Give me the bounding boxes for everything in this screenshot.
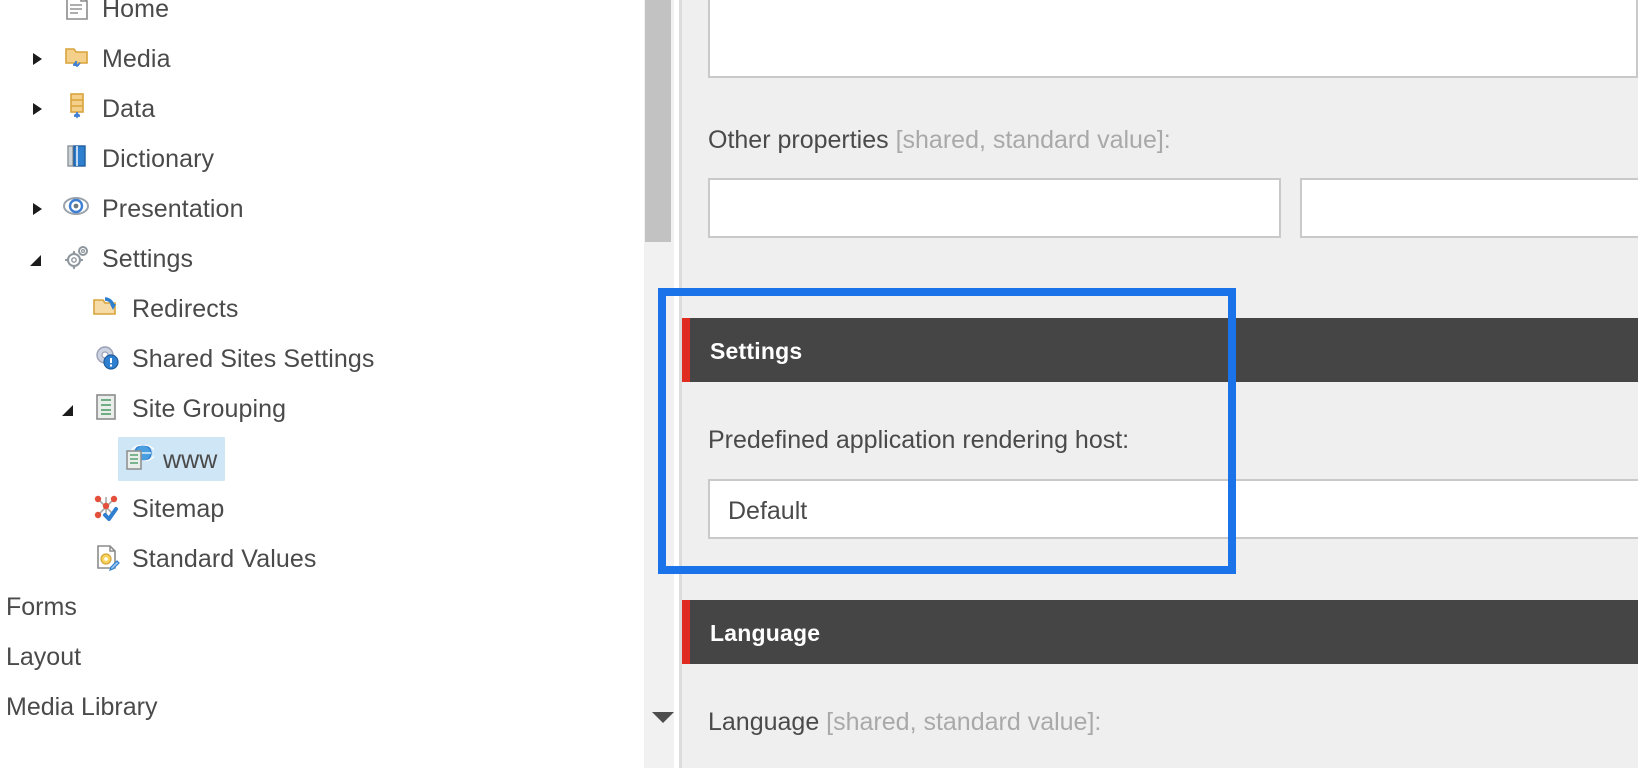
folder-media-icon: [64, 44, 90, 72]
rendering-host-select[interactable]: Default: [708, 479, 1638, 539]
globe-server-icon: [124, 443, 156, 471]
tree-item-label: Presentation: [102, 195, 244, 223]
redirect-arrow-icon: [92, 294, 118, 322]
section-accent-bar: [682, 318, 690, 382]
other-properties-qualifier: [shared, standard value]:: [888, 126, 1171, 154]
chevron-down-icon: [29, 254, 41, 266]
sidebar-link-layout[interactable]: Layout: [6, 643, 81, 672]
sitemap-icon: [92, 493, 118, 521]
language-property-label: Language [shared, standard value]:: [708, 708, 1101, 737]
chevron-right-icon: [32, 53, 42, 65]
other-properties-field-left[interactable]: [708, 178, 1281, 238]
tree-item-label: Home: [102, 0, 170, 23]
book-icon: [64, 143, 90, 171]
rendering-host-value: Default: [728, 497, 808, 525]
top-property-field[interactable]: [708, 0, 1638, 78]
language-section-title: Language: [710, 620, 821, 646]
tree-item-label: www: [163, 446, 218, 474]
tree-item-label: Standard Values: [132, 545, 317, 573]
language-section-header: Language: [682, 600, 1638, 664]
other-properties-label-text: Other properties: [708, 126, 889, 154]
eye-icon: [62, 195, 89, 223]
tree-item-label: Sitemap: [132, 495, 225, 523]
tree-item-label: Settings: [102, 245, 194, 273]
section-accent-bar: [682, 600, 690, 664]
database-icon: [64, 92, 90, 120]
settings-section-title: Settings: [710, 338, 803, 364]
gear-info-icon: [92, 343, 119, 371]
content-tree-scrollbar[interactable]: [644, 0, 674, 768]
language-property-label-text: Language: [708, 708, 820, 736]
chevron-down-icon: [61, 404, 73, 416]
expand-collapse-toggle-settings[interactable]: [26, 251, 44, 269]
rendering-host-label: Predefined application rendering host:: [708, 426, 1130, 454]
server-list-icon: [94, 393, 120, 421]
content-tree-panel: Home Media Data Dictionary Presentation …: [0, 0, 667, 768]
item-editor-panel: Other properties [shared, standard value…: [682, 0, 1638, 768]
tree-item-label: Dictionary: [102, 145, 215, 173]
tree-item-label: Data: [102, 95, 156, 123]
language-property-qualifier: [shared, standard value]:: [819, 708, 1102, 736]
sitecore-content-editor: Home Media Data Dictionary Presentation …: [0, 0, 1638, 768]
tree-item-label: Media: [102, 45, 171, 73]
gears-icon: [62, 242, 88, 270]
chevron-right-icon: [32, 103, 42, 115]
expand-collapse-toggle-presentation[interactable]: [28, 200, 46, 218]
other-properties-field-right[interactable]: [1300, 178, 1638, 238]
other-properties-label: Other properties [shared, standard value…: [708, 126, 1171, 155]
tree-item-label: Site Grouping: [132, 395, 287, 423]
settings-section-header: Settings: [682, 318, 1638, 382]
sidebar-link-forms[interactable]: Forms: [6, 593, 77, 622]
expand-collapse-toggle-media[interactable]: [28, 50, 46, 68]
scrollbar-thumb[interactable]: [645, 0, 671, 242]
document-icon: [64, 0, 90, 21]
expand-collapse-toggle-site-grouping[interactable]: [58, 401, 76, 419]
tree-item-label: Shared Sites Settings: [132, 345, 375, 373]
chevron-right-icon: [32, 203, 42, 215]
chevron-down-icon[interactable]: [652, 712, 674, 723]
expand-collapse-toggle-data[interactable]: [28, 100, 46, 118]
sidebar-link-media-library[interactable]: Media Library: [6, 693, 157, 722]
tree-item-label: Redirects: [132, 295, 239, 323]
standard-values-icon: [94, 543, 120, 571]
